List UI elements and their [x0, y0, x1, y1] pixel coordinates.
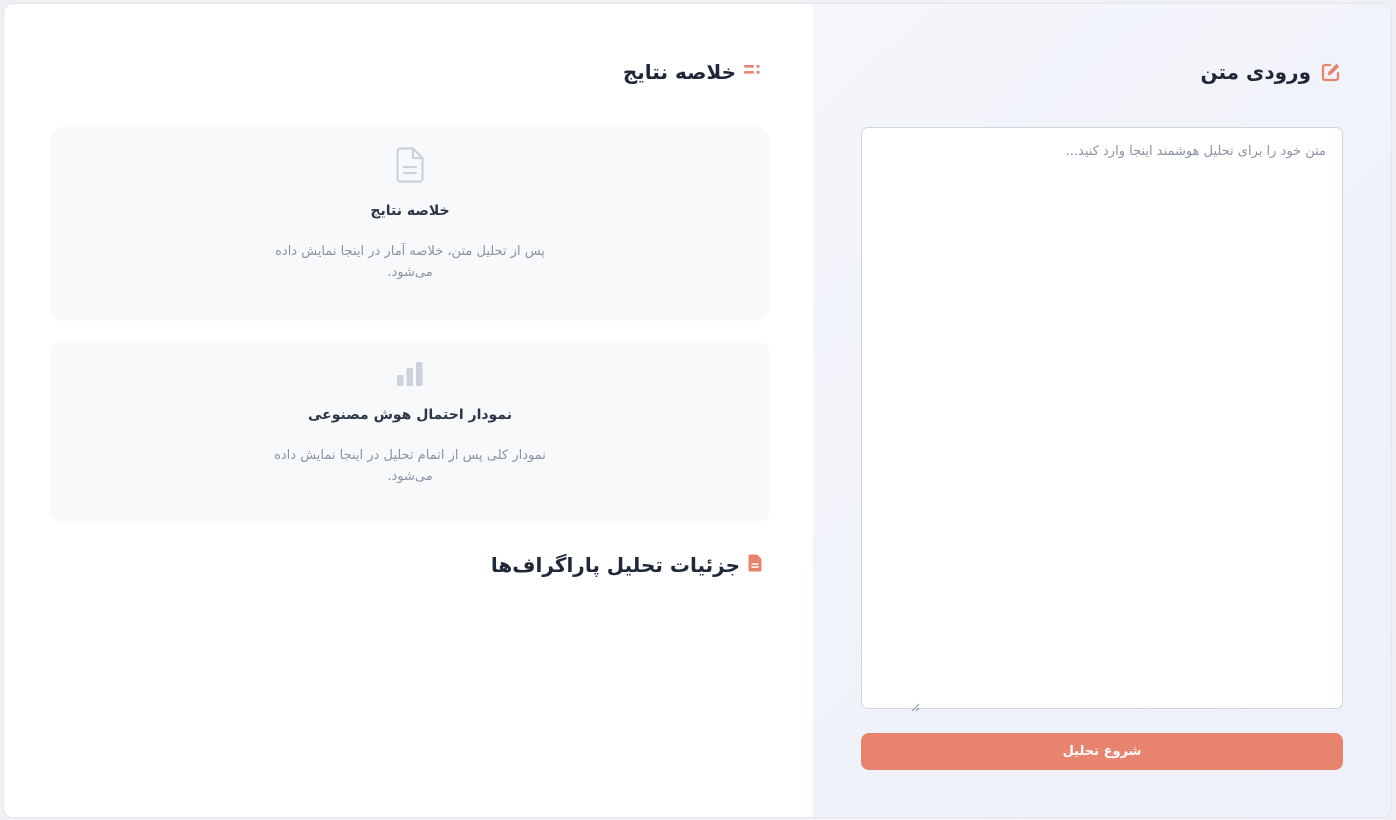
summary-card-title: خلاصه نتایج [370, 203, 450, 219]
input-panel-header: ورودی متن [1201, 60, 1341, 84]
details-section-title: جزئیات تحلیل پاراگراف‌ها [490, 553, 740, 577]
chart-card-title: نمودار احتمال هوش مصنوعی [308, 407, 512, 423]
list-icon [744, 62, 762, 82]
summary-card: خلاصه نتایج پس از تحلیل متن، خلاصه آمار … [51, 127, 769, 320]
details-section-header: جزئیات تحلیل پاراگراف‌ها [491, 553, 762, 577]
summary-card-description: پس از تحلیل متن، خلاصه آمار در اینجا نما… [275, 244, 545, 280]
file-icon [748, 554, 762, 576]
input-panel-title: ورودی متن [1200, 60, 1311, 84]
results-panel: خلاصه نتایج خلاصه نتایج پس از تحلیل متن،… [4, 4, 815, 817]
summary-section-title: خلاصه نتایج [622, 60, 736, 84]
text-input[interactable] [861, 127, 1343, 709]
app-frame: خلاصه نتایج خلاصه نتایج پس از تحلیل متن،… [3, 3, 1392, 818]
start-analysis-button[interactable]: شروع تحلیل [861, 733, 1343, 770]
chart-card-description: نمودار کلی پس از اتمام تحلیل در اینجا نم… [274, 448, 546, 484]
edit-icon [1321, 62, 1341, 82]
document-icon [396, 147, 424, 187]
resize-handle-icon[interactable] [910, 697, 920, 712]
input-panel: ورودی متن شروع تحلیل [813, 4, 1391, 817]
chart-card: نمودار احتمال هوش مصنوعی نمودار کلی پس ا… [51, 341, 769, 522]
summary-section-header: خلاصه نتایج [623, 60, 762, 84]
bar-chart-icon [396, 361, 424, 391]
